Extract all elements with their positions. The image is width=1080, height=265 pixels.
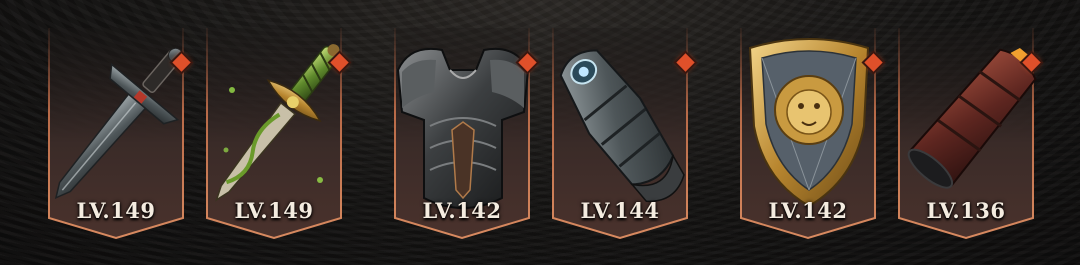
sword-icon (54, 47, 183, 200)
equipment-slot-chest[interactable]: LV.142 (394, 28, 537, 240)
equipment-slot-shield[interactable]: LV.142 (740, 28, 883, 240)
item-level-label: LV.136 (926, 198, 1006, 223)
slot-card: LV.149 (206, 28, 349, 240)
slot-card: LV.136 (898, 28, 1041, 240)
slot-card: LV.142 (740, 28, 883, 240)
item-level-label: LV.142 (768, 198, 848, 223)
item-level-label: LV.144 (580, 198, 660, 223)
item-level-label: LV.149 (76, 198, 156, 223)
equipment-slot-gloves[interactable]: LV.144 (552, 28, 695, 240)
item-level-label: LV.142 (422, 198, 502, 223)
chest-armor-icon (396, 48, 530, 209)
equipment-slot-weapon[interactable]: LV.149 (48, 28, 191, 240)
equipment-row: LV.149 LV.149 LV.142 LV.144 LV.142 LV.13… (0, 0, 1080, 265)
slot-card: LV.144 (552, 28, 695, 240)
gauntlet-icon (559, 49, 685, 203)
equipment-slot-bracer[interactable]: LV.136 (898, 28, 1041, 240)
slot-card: LV.149 (48, 28, 191, 240)
nature-dagger-icon (215, 44, 340, 202)
slot-card: LV.142 (394, 28, 537, 240)
item-level-label: LV.149 (234, 198, 314, 223)
lion-shield-icon (748, 38, 870, 208)
bracer-icon (907, 47, 1037, 189)
equipment-slot-offhand-weapon[interactable]: LV.149 (206, 28, 349, 240)
